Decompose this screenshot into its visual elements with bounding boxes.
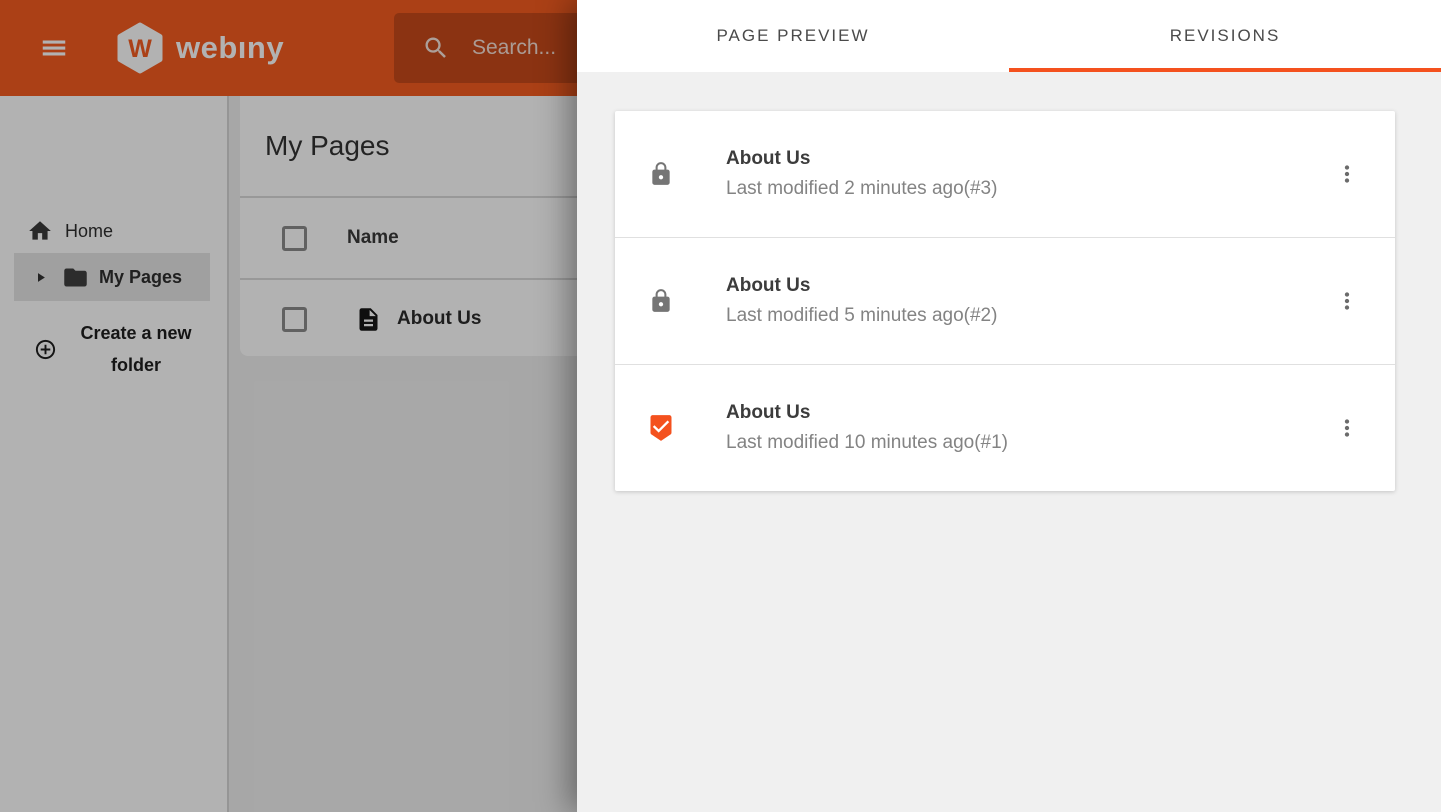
tab-page-preview[interactable]: PAGE PREVIEW <box>577 0 1009 72</box>
page-details-drawer: PAGE PREVIEW REVISIONS About Us Last mod… <box>577 0 1441 812</box>
more-options-button[interactable] <box>1334 413 1360 443</box>
revision-subtitle: Last modified 5 minutes ago(#2) <box>726 304 1334 328</box>
tab-revisions[interactable]: REVISIONS <box>1009 0 1441 72</box>
lock-icon <box>646 158 676 190</box>
revision-list-item[interactable]: About Us Last modified 10 minutes ago(#1… <box>615 365 1395 491</box>
revision-list-item[interactable]: About Us Last modified 5 minutes ago(#2) <box>615 238 1395 364</box>
revision-text: About Us Last modified 2 minutes ago(#3) <box>726 147 1334 201</box>
lock-icon <box>646 285 676 317</box>
revision-text: About Us Last modified 5 minutes ago(#2) <box>726 274 1334 328</box>
revision-title: About Us <box>726 401 1334 425</box>
screen: W webıny Search... Home My Pages Cre <box>0 0 1441 812</box>
drawer-tabbar: PAGE PREVIEW REVISIONS <box>577 0 1441 72</box>
revision-subtitle: Last modified 10 minutes ago(#1) <box>726 431 1334 455</box>
more-options-button[interactable] <box>1334 159 1360 189</box>
revisions-list-card: About Us Last modified 2 minutes ago(#3)… <box>615 111 1395 491</box>
revision-title: About Us <box>726 274 1334 298</box>
revision-text: About Us Last modified 10 minutes ago(#1… <box>726 401 1334 455</box>
revision-list-item[interactable]: About Us Last modified 2 minutes ago(#3) <box>615 111 1395 237</box>
revision-subtitle: Last modified 2 minutes ago(#3) <box>726 177 1334 201</box>
revision-title: About Us <box>726 147 1334 171</box>
more-options-button[interactable] <box>1334 286 1360 316</box>
published-check-icon <box>646 413 676 443</box>
active-tab-indicator <box>1009 68 1441 72</box>
